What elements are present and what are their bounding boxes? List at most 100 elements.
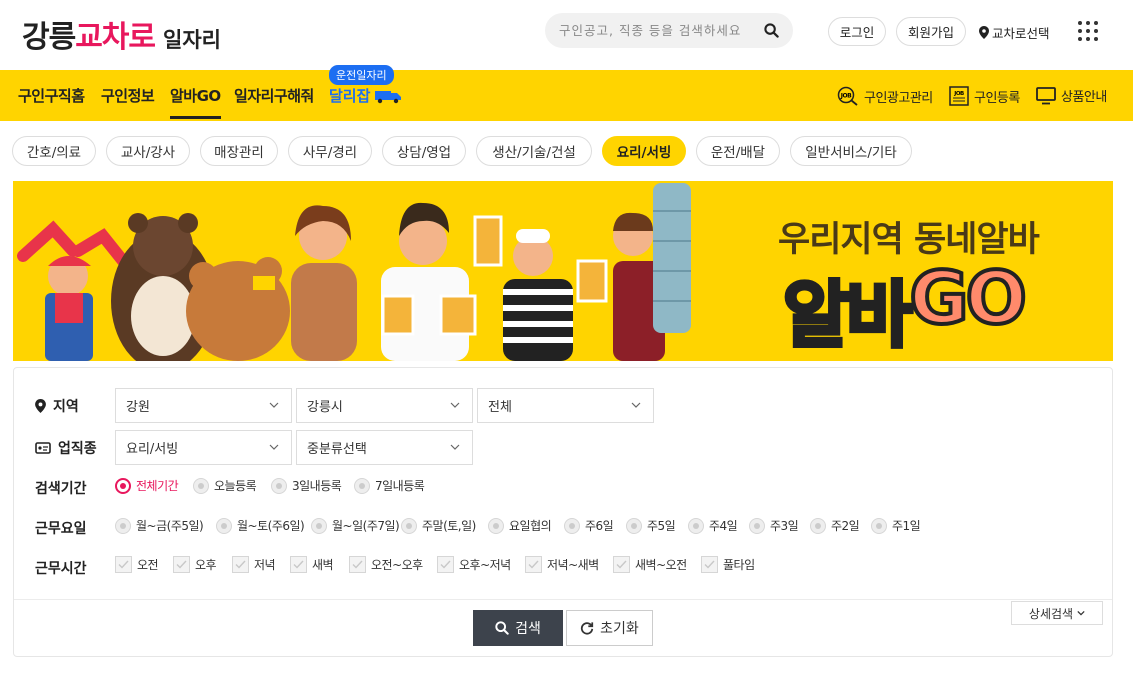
workday-option[interactable]: 주4일 [688,517,738,534]
period-option-label: 전체기간 [136,479,179,493]
radio[interactable] [810,517,826,534]
check-icon [528,560,539,569]
worktime-option[interactable]: 저녁~새벽 [525,556,599,573]
radio[interactable] [115,517,131,534]
checkbox[interactable] [525,556,542,573]
job-sub-select[interactable]: 중분류선택 [296,430,473,465]
period-option-today[interactable]: 오늘등록 [193,477,257,494]
radio[interactable] [488,517,504,534]
radio-selected[interactable] [115,477,131,494]
radio[interactable] [271,477,287,494]
worktime-option[interactable]: 새벽~오전 [613,556,687,573]
job-main-select[interactable]: 요리/서빙 [115,430,292,465]
category-chip[interactable]: 간호/의료 [12,136,96,166]
radio[interactable] [871,517,887,534]
reset-button[interactable]: 초기화 [566,610,653,646]
radio[interactable] [564,517,580,534]
worktime-option-label: 새벽~오전 [635,558,687,572]
radio[interactable] [311,517,327,534]
check-icon [704,560,715,569]
city-value: 강릉시 [307,400,343,415]
workday-option[interactable]: 주3일 [749,517,799,534]
checkbox[interactable] [173,556,190,573]
category-chip[interactable]: 일반서비스/기타 [790,136,912,166]
site-logo[interactable]: 강릉 교차로 일자리 [22,12,221,55]
banner-title-go: GO [907,254,1028,342]
workday-option-label: 주1일 [892,519,921,533]
checkbox[interactable] [232,556,249,573]
signup-button[interactable]: 회원가입 [896,17,966,46]
workday-option[interactable]: 주2일 [810,517,860,534]
category-chip[interactable]: 상담/영업 [382,136,466,166]
reset-button-label: 초기화 [600,621,639,637]
category-chip[interactable]: 사무/경리 [288,136,372,166]
checkbox[interactable] [349,556,366,573]
search-icon[interactable] [764,23,779,38]
job-row-label: 업직종 [35,438,97,458]
worktime-option-label: 오후~저녁 [459,558,511,572]
workday-option[interactable]: 주말(토,일) [401,517,476,534]
workday-option-label: 주3일 [770,519,799,533]
workday-option[interactable]: 주6일 [564,517,614,534]
city-select[interactable]: 강릉시 [296,388,473,423]
nav-item-albago[interactable]: 알바GO [170,85,221,119]
category-chip[interactable]: 교사/강사 [106,136,190,166]
radio[interactable] [626,517,642,534]
nav-item-jobs[interactable]: 구인정보 [101,85,155,106]
detail-search-button[interactable]: 상세검색 [1011,601,1103,625]
nav-item-find-job[interactable]: 일자리구해줘 [234,85,314,106]
workday-option[interactable]: 주5일 [626,517,676,534]
worktime-option[interactable]: 오전~오후 [349,556,423,573]
worktime-option[interactable]: 오전 [115,556,159,573]
period-option-all[interactable]: 전체기간 [115,477,179,494]
workday-option[interactable]: 월~금(주5일) [115,517,204,534]
albago-banner[interactable]: 우리지역 동네알바 알바 GO [13,181,1113,361]
checkbox[interactable] [115,556,132,573]
district-select[interactable]: 전체 [477,388,654,423]
workday-option-label: 월~토(주6일) [237,519,305,533]
workday-option[interactable]: 월~일(주7일) [311,517,400,534]
nav-item-dalrijab[interactable]: 달리잡 [329,85,403,106]
all-menu-icon[interactable] [1078,21,1098,41]
category-chip[interactable]: 매장관리 [200,136,278,166]
worktime-option[interactable]: 저녁 [232,556,276,573]
category-chip-active[interactable]: 요리/서빙 [602,136,686,166]
worktime-option[interactable]: 오후 [173,556,217,573]
nav-job-register[interactable]: JOB 구인등록 [949,86,1020,106]
radio[interactable] [354,477,370,494]
region-label: 지역 [53,399,79,415]
radio[interactable] [401,517,417,534]
worktime-option-label: 오전~오후 [371,558,423,572]
checkbox[interactable] [290,556,307,573]
nav-product-info[interactable]: 상품안내 [1036,86,1107,105]
workday-option[interactable]: 월~토(주6일) [216,517,305,534]
radio[interactable] [216,517,232,534]
period-option-3days[interactable]: 3일내등록 [271,477,342,494]
district-value: 전체 [488,400,512,415]
workday-option-label: 주6일 [585,519,614,533]
radio[interactable] [749,517,765,534]
worktime-option[interactable]: 오후~저녁 [437,556,511,573]
workday-option[interactable]: 요일협의 [488,517,552,534]
detail-search-label: 상세검색 [1028,606,1074,621]
checkbox[interactable] [437,556,454,573]
workday-option[interactable]: 주1일 [871,517,921,534]
search-icon [495,621,509,635]
province-select[interactable]: 강원 [115,388,292,423]
region-select[interactable]: 교차로선택 [979,23,1050,42]
category-chip[interactable]: 생산/기술/건설 [476,136,592,166]
login-button[interactable]: 로그인 [828,17,886,46]
radio[interactable] [688,517,704,534]
nav-item-home[interactable]: 구인구직홈 [18,85,85,106]
nav-ad-manage[interactable]: JOB 구인광고관리 [837,86,933,106]
job-document-icon: JOB [949,86,969,106]
worktime-option[interactable]: 새벽 [290,556,334,573]
radio[interactable] [193,477,209,494]
period-option-7days[interactable]: 7일내등록 [354,477,425,494]
search-button[interactable]: 검색 [473,610,563,646]
checkbox[interactable] [613,556,630,573]
category-chip[interactable]: 운전/배달 [696,136,780,166]
checkbox[interactable] [701,556,718,573]
worktime-option[interactable]: 풀타임 [701,556,755,573]
search-input[interactable] [559,23,764,38]
